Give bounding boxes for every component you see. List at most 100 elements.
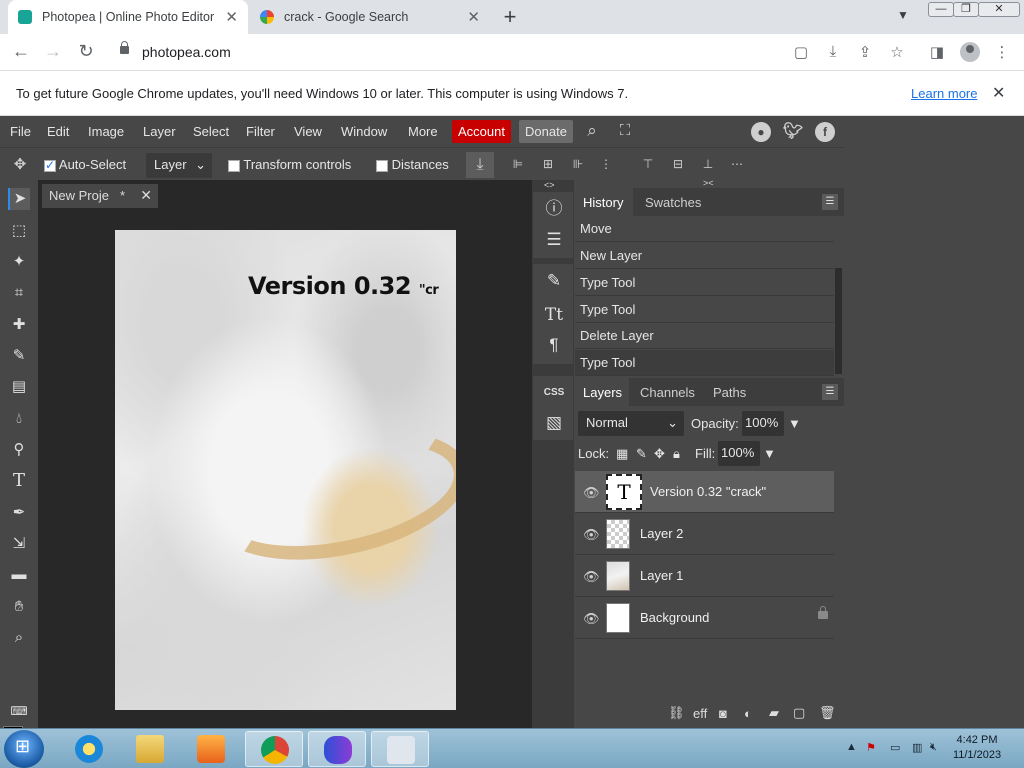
delete-layer-icon[interactable]: 🗑︎	[819, 705, 836, 721]
clipboard-icon[interactable]: ▢	[791, 43, 811, 61]
forward-arrow-icon[interactable]: →	[42, 41, 64, 62]
brush-tool-icon[interactable]: ✎	[8, 345, 30, 367]
brush-settings-icon[interactable]: ✎	[536, 266, 572, 296]
history-item[interactable]: Type Tool	[575, 350, 834, 376]
menu-select[interactable]: Select	[193, 124, 229, 139]
lock-all-icon[interactable]: 🔒︎	[673, 446, 680, 462]
align-center-h-icon[interactable]: ⊞	[540, 156, 556, 172]
lock-image-icon[interactable]: ✎	[636, 446, 647, 462]
tab-layers[interactable]: Layers	[583, 385, 622, 400]
download-arrow-icon[interactable]: ⤓	[466, 152, 494, 178]
side-panel-icon[interactable]: ◨	[927, 43, 947, 61]
canvas-text-layer[interactable]: Version 0.32 "cr	[248, 272, 439, 300]
opacity-input[interactable]: 100%	[742, 411, 784, 436]
menu-window[interactable]: Window	[341, 124, 387, 139]
align-top-icon[interactable]: ⊤	[640, 156, 656, 172]
collapse-right-arrows[interactable]: ><	[703, 178, 714, 188]
minimize-window-button[interactable]: —	[928, 2, 954, 17]
display-icon[interactable]: ▭	[890, 741, 900, 754]
restore-window-button[interactable]: ❐	[953, 2, 979, 17]
link-layers-icon[interactable]: ⛓	[668, 705, 685, 721]
magic-wand-tool-icon[interactable]: ✦	[8, 251, 30, 273]
panel-menu-icon[interactable]: ☰	[822, 194, 838, 210]
menu-view[interactable]: View	[294, 124, 322, 139]
install-app-icon[interactable]: ⤓	[823, 43, 843, 60]
twitter-icon[interactable]: 🐦︎	[783, 122, 803, 142]
layer-row[interactable]: 👁︎ Layer 1	[575, 555, 834, 597]
shape-tool-icon[interactable]: ▬	[8, 564, 30, 586]
share-icon[interactable]: ⇪	[855, 43, 875, 61]
adjustment-layer-icon[interactable]: ◐	[744, 706, 752, 721]
healing-brush-tool-icon[interactable]: ✚	[8, 314, 30, 336]
history-scrollbar[interactable]	[835, 268, 842, 374]
close-tab-icon[interactable]: ✕	[225, 8, 238, 26]
fill-arrow-icon[interactable]: ▼	[763, 446, 776, 461]
add-mask-icon[interactable]: ◙	[719, 706, 727, 721]
tab-photopea[interactable]: Photopea | Online Photo Editor ✕	[8, 0, 248, 34]
eye-icon[interactable]: 👁︎	[583, 485, 600, 501]
opacity-arrow-icon[interactable]: ▼	[788, 416, 801, 431]
close-document-icon[interactable]: ✕	[140, 187, 152, 204]
layer-row[interactable]: 👁︎ T Version 0.32 "crack"	[575, 471, 834, 513]
crop-tool-icon[interactable]: ⌗	[8, 282, 30, 304]
align-right-icon[interactable]: ⊪	[570, 156, 586, 172]
menu-file[interactable]: File	[10, 124, 31, 139]
taskbar-app-infinity[interactable]	[308, 731, 366, 767]
zoom-tool-icon[interactable]: ⌕	[8, 627, 30, 649]
facebook-icon[interactable]: f	[815, 122, 835, 142]
profile-avatar-icon[interactable]	[960, 42, 980, 62]
menu-more[interactable]: More	[408, 124, 438, 139]
history-item[interactable]: Type Tool	[575, 270, 834, 296]
distribute-h-icon[interactable]: ⋮	[598, 156, 614, 172]
history-item[interactable]: Move	[575, 216, 834, 242]
tab-paths[interactable]: Paths	[713, 385, 746, 400]
move-tool-icon[interactable]: ➤	[8, 188, 30, 210]
adjustments-icon[interactable]: ☰	[536, 225, 572, 255]
lock-position-icon[interactable]: ✥	[654, 446, 665, 462]
keyboard-icon[interactable]: ⌨	[8, 700, 30, 722]
gradient-tool-icon[interactable]: ▤	[8, 376, 30, 398]
blend-mode-dropdown[interactable]: Normal ⌄	[578, 411, 684, 436]
document-tab[interactable]: New Proje * ✕	[42, 184, 158, 208]
tab-google-search[interactable]: crack - Google Search ✕	[250, 0, 490, 34]
distribute-v-icon[interactable]: ⋯	[726, 156, 748, 172]
align-bottom-icon[interactable]: ⊥	[700, 156, 716, 172]
blur-tool-icon[interactable]: 💧︎	[8, 408, 30, 430]
reload-icon[interactable]: ↻	[75, 41, 97, 62]
tab-search-chevron-icon[interactable]: ▼	[897, 8, 909, 22]
menu-filter[interactable]: Filter	[246, 124, 275, 139]
align-middle-v-icon[interactable]: ⊟	[670, 156, 686, 172]
auto-select-target-dropdown[interactable]: Layer ⌄	[146, 153, 212, 178]
image-icon[interactable]: ▧	[536, 408, 572, 438]
layer-effects-icon[interactable]: eff	[693, 706, 707, 721]
learn-more-link[interactable]: Learn more	[911, 86, 977, 101]
network-icon[interactable]: ▥	[912, 741, 922, 754]
close-infobar-icon[interactable]: ✕	[992, 83, 1005, 103]
character-icon[interactable]: Tt	[536, 300, 572, 330]
auto-select-checkbox[interactable]: Auto-Select	[44, 157, 126, 172]
history-item[interactable]: Delete Layer	[575, 323, 834, 349]
layer-row[interactable]: 👁︎ Layer 2	[575, 513, 834, 555]
close-window-button[interactable]: ✕	[978, 2, 1020, 17]
path-select-tool-icon[interactable]: ⇲	[8, 533, 30, 555]
start-button-icon[interactable]	[4, 730, 44, 768]
layer-row[interactable]: 👁︎ Background	[575, 597, 834, 639]
volume-muted-icon[interactable]: 🔇︎	[930, 741, 937, 754]
align-left-icon[interactable]: ⊫	[510, 156, 526, 172]
back-arrow-icon[interactable]: ←	[10, 41, 32, 62]
paragraph-icon[interactable]: ¶	[536, 330, 572, 360]
tab-swatches[interactable]: Swatches	[645, 195, 701, 210]
new-layer-icon[interactable]: ▢	[793, 705, 805, 721]
taskbar-media-player[interactable]	[182, 731, 240, 767]
history-item[interactable]: Type Tool	[575, 297, 834, 323]
distances-checkbox[interactable]: Distances	[376, 157, 449, 172]
dodge-tool-icon[interactable]: ⚲	[8, 439, 30, 461]
taskbar-chrome[interactable]	[245, 731, 303, 767]
css-icon[interactable]: CSS	[536, 378, 572, 408]
reddit-icon[interactable]: ●	[751, 122, 771, 142]
info-icon[interactable]: ⓘ	[536, 194, 572, 224]
taskbar-file-explorer[interactable]	[121, 731, 179, 767]
new-folder-icon[interactable]: ▰	[769, 705, 779, 721]
hand-tool-icon[interactable]: ✋︎	[8, 596, 30, 618]
action-center-flag-icon[interactable]: ⚑	[866, 741, 876, 754]
